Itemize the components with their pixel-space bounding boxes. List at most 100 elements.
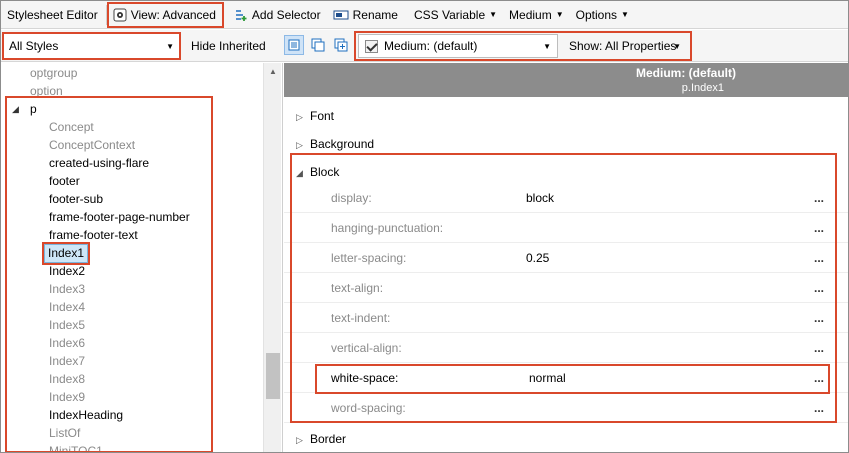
- scrollbar-thumb[interactable]: [266, 353, 280, 399]
- tree-item-index2[interactable]: Index2: [49, 262, 85, 280]
- tree-item-index3[interactable]: Index3: [49, 280, 85, 298]
- more-options-button[interactable]: ...: [814, 393, 824, 423]
- more-options-button[interactable]: ...: [814, 333, 824, 363]
- more-options-button[interactable]: ...: [814, 243, 824, 273]
- tree-item-minitoc1[interactable]: MiniTOC1: [49, 442, 103, 452]
- view-advanced-label: View: Advanced: [130, 7, 216, 22]
- add-copy-icon: [334, 38, 348, 52]
- medium-filter-value: Medium: (default): [384, 39, 478, 53]
- tree-item-index9[interactable]: Index9: [49, 388, 85, 406]
- tree-item-index7[interactable]: Index7: [49, 352, 85, 370]
- selector-tree: optgroup option ◢ p Concept ConceptConte…: [1, 63, 283, 452]
- tree-item-p[interactable]: p: [30, 100, 37, 118]
- chevron-down-icon: ▼: [166, 41, 174, 51]
- tree-item-indexheading[interactable]: IndexHeading: [49, 406, 123, 424]
- add-style-button[interactable]: [331, 35, 351, 55]
- copy-style-button[interactable]: [308, 35, 328, 55]
- property-row-text-align[interactable]: text-align: ...: [284, 273, 848, 303]
- more-options-button[interactable]: ...: [814, 303, 824, 333]
- property-name: text-indent:: [331, 311, 391, 325]
- tree-item-option[interactable]: option: [30, 82, 63, 100]
- section-border[interactable]: ▷ Border: [296, 428, 346, 450]
- tree-item-listof[interactable]: ListOf: [49, 424, 80, 442]
- expand-right-icon: ▷: [296, 435, 303, 445]
- tree-item-concept[interactable]: Concept: [49, 118, 94, 136]
- property-name: hanging-punctuation:: [331, 221, 444, 235]
- medium-menu[interactable]: Medium ▼: [503, 2, 570, 28]
- toolbar: Stylesheet Editor View: Advanced Add Sel…: [1, 1, 848, 29]
- property-name: white-space:: [331, 371, 399, 385]
- property-row-hanging-punctuation[interactable]: hanging-punctuation: ...: [284, 213, 848, 243]
- property-name: letter-spacing:: [331, 251, 407, 265]
- property-name: word-spacing:: [331, 401, 406, 415]
- chevron-down-icon: ▼: [555, 10, 564, 19]
- property-row-word-spacing[interactable]: word-spacing: ...: [284, 393, 848, 423]
- css-variable-label: CSS Variable: [413, 7, 486, 22]
- more-options-button[interactable]: ...: [814, 213, 824, 243]
- section-font[interactable]: ▷ Font: [296, 105, 334, 127]
- medium-enabled-checkbox[interactable]: [365, 39, 378, 53]
- expand-right-icon: ▷: [296, 112, 303, 122]
- medium-filter-dropdown[interactable]: Medium: (default) ▼: [358, 34, 558, 58]
- property-row-display[interactable]: display: block ...: [284, 183, 848, 213]
- chevron-down-icon: ▼: [543, 41, 551, 51]
- scroll-up-icon[interactable]: ▲: [269, 67, 277, 76]
- tree-item-index1[interactable]: Index1: [41, 242, 91, 265]
- view-advanced-button[interactable]: View: Advanced: [106, 1, 224, 28]
- tree-item-index5[interactable]: Index5: [49, 316, 85, 334]
- tree-item-frame-footer-page-number[interactable]: frame-footer-page-number: [49, 208, 190, 226]
- collapse-down-icon: ◢: [296, 168, 303, 178]
- list-view-button[interactable]: [284, 35, 304, 55]
- rename-button[interactable]: Rename: [327, 2, 404, 28]
- tree-item-created-using-flare[interactable]: created-using-flare: [49, 154, 149, 172]
- section-background-label: Background: [310, 137, 375, 151]
- property-row-white-space[interactable]: white-space: normal ...: [284, 363, 848, 393]
- tree-item-footer-sub[interactable]: footer-sub: [49, 190, 103, 208]
- show-properties-dropdown[interactable]: Show: All Properties ▼: [562, 34, 688, 58]
- copy-icon: [311, 38, 325, 52]
- tree-item-index8[interactable]: Index8: [49, 370, 85, 388]
- list-view-icon: [288, 39, 300, 51]
- chevron-down-icon: ▼: [621, 10, 629, 19]
- rename-label: Rename: [352, 7, 398, 22]
- tree-item-footer[interactable]: footer: [49, 172, 80, 190]
- tree-scrollbar[interactable]: ▲: [263, 63, 281, 452]
- more-options-button[interactable]: ...: [814, 363, 824, 393]
- hide-inherited-button[interactable]: Hide Inherited: [191, 39, 266, 53]
- tree-item-conceptcontext[interactable]: ConceptContext: [49, 136, 135, 154]
- medium-menu-label: Medium: [509, 7, 552, 22]
- properties-panel: Medium: (default) p.Index1 ▷ Font ▷ Backgr…: [284, 63, 848, 452]
- section-font-label: Font: [310, 109, 335, 123]
- tree-item-index4[interactable]: Index4: [49, 298, 85, 316]
- more-options-button[interactable]: ...: [814, 183, 824, 213]
- more-options-button[interactable]: ...: [814, 273, 824, 303]
- property-row-letter-spacing[interactable]: letter-spacing: 0.25 ...: [284, 243, 848, 273]
- expand-right-icon: ▷: [296, 140, 303, 150]
- editor-title: Stylesheet Editor: [7, 7, 98, 22]
- property-value[interactable]: block: [526, 183, 554, 213]
- options-label: Options: [575, 7, 618, 22]
- section-background[interactable]: ▷ Background: [296, 133, 374, 155]
- property-value[interactable]: normal: [529, 363, 566, 393]
- property-name: display:: [331, 191, 372, 205]
- property-value[interactable]: 0.25: [526, 243, 549, 273]
- expand-collapse-icon[interactable]: ◢: [12, 100, 19, 118]
- tree-item-optgroup[interactable]: optgroup: [30, 64, 77, 82]
- tree-item-frame-footer-text[interactable]: frame-footer-text: [49, 226, 138, 244]
- properties-header-selector: p.Index1: [681, 82, 724, 94]
- add-selector-label: Add Selector: [251, 7, 321, 22]
- styles-filter-dropdown[interactable]: All Styles ▼: [2, 32, 181, 60]
- section-block[interactable]: ◢ Block: [296, 161, 339, 183]
- filter-bar: All Styles ▼ Hide Inherited Medium: (def…: [1, 30, 848, 62]
- chevron-down-icon: ▼: [673, 41, 681, 51]
- styles-filter-value: All Styles: [9, 39, 59, 53]
- options-menu[interactable]: Options ▼: [570, 2, 635, 28]
- property-name: text-align:: [331, 281, 384, 295]
- property-row-vertical-align[interactable]: vertical-align: ...: [284, 333, 848, 363]
- view-eye-icon: [113, 8, 127, 22]
- property-row-text-indent[interactable]: text-indent: ...: [284, 303, 848, 333]
- add-selector-icon: [234, 8, 248, 22]
- tree-item-index6[interactable]: Index6: [49, 334, 85, 352]
- add-selector-button[interactable]: Add Selector: [228, 2, 327, 28]
- css-variable-menu[interactable]: CSS Variable ▼: [408, 2, 503, 28]
